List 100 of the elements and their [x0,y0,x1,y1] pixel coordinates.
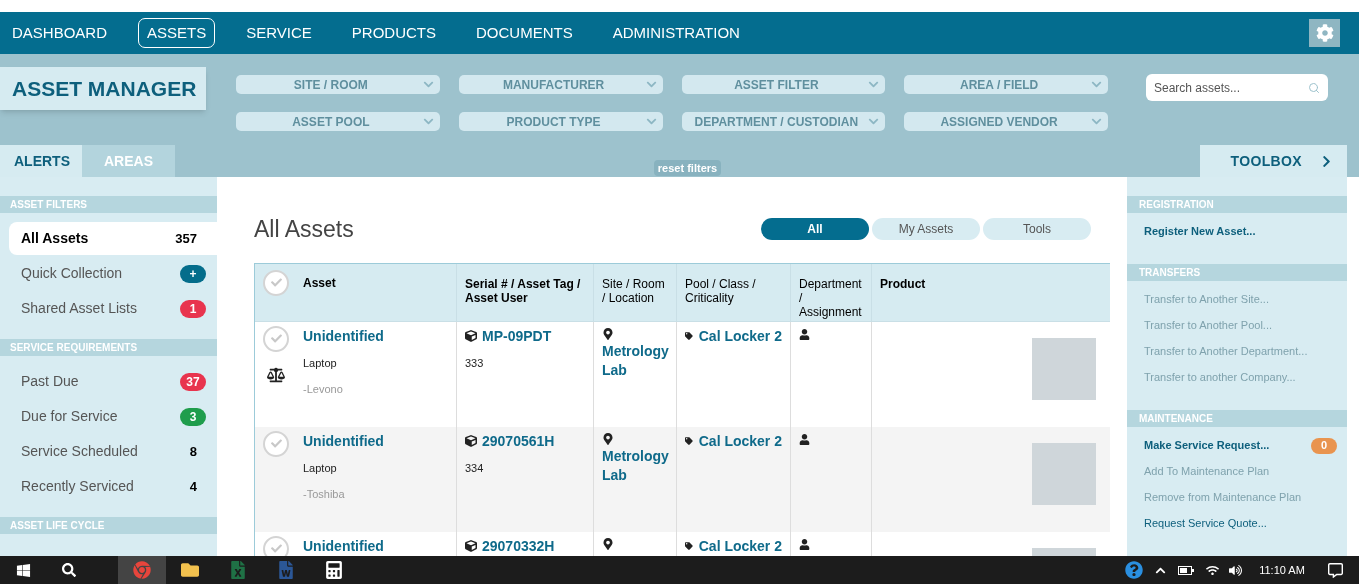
check-icon [270,277,282,288]
chevron-down-icon [422,116,434,127]
cube-icon [465,330,477,342]
section-heading: REGISTRATION [1127,196,1347,213]
location-pin-icon [602,537,614,550]
battery-icon[interactable] [1178,565,1194,575]
chevron-down-icon [645,116,657,127]
toolbox-action-link[interactable]: Make Service Request... [1144,437,1270,454]
sidebar-item[interactable]: All Assets 357 [9,222,217,255]
search-icon [62,563,76,577]
select-checkbox[interactable] [263,430,289,457]
windows-logo-icon [15,562,31,578]
tag-icon [685,435,693,447]
search-input[interactable]: Search assets... [1154,78,1308,97]
cube-icon [465,540,477,552]
wifi-icon[interactable] [1206,563,1219,577]
notification-icon[interactable] [1328,562,1343,578]
chevron-down-icon [868,116,880,127]
help-icon[interactable] [1125,561,1143,579]
asset-type: Laptop [303,355,338,371]
nav-tab[interactable]: ADMINISTRATION [603,17,749,49]
item-count: 8 [189,442,198,461]
section-heading: MAINTENANCE [1127,410,1347,427]
pool-link[interactable]: Cal Locker 2 [698,430,782,452]
site-link[interactable]: Metrology Lab [602,341,668,380]
toolbox-tab[interactable]: TOOLBOX [1200,145,1347,177]
view-filter-tab[interactable]: All [761,218,869,241]
select-checkbox[interactable] [263,325,289,352]
sidebar-tab[interactable]: ALERTS [0,145,82,177]
nav-tab[interactable]: SERVICE [237,17,321,49]
toolbox-action-link[interactable]: Register New Asset... [1144,223,1256,240]
nav-tab[interactable]: DASHBOARD [3,17,117,49]
sidebar-item[interactable]: Shared Asset Lists 1 [9,292,217,325]
manufacturer-text: -Toshiba [303,487,346,502]
count-badge: 1 [180,299,206,318]
folder-icon [181,561,199,579]
nav-tab[interactable]: ASSETS [138,17,216,49]
manufacturer-text: -Levono [303,382,344,397]
location-pin-icon [602,432,614,445]
tag-icon [685,330,693,342]
chevron-down-icon [1091,79,1102,90]
calculator-icon [325,561,343,579]
column-header: Pool / Class / Criticality [685,275,757,307]
count-badge: + [180,264,206,283]
serial-link[interactable]: MP-09PDT [482,325,552,347]
chevron-down-icon [868,79,880,90]
pool-link[interactable]: Cal Locker 2 [698,535,782,556]
asset-name-link[interactable]: Unidentified [303,325,384,347]
count-badge: 37 [180,372,206,391]
section-heading: ASSET LIFE CYCLE [0,517,217,534]
select-checkbox[interactable] [263,269,289,296]
page-heading: All Assets [254,215,354,244]
sidebar-item[interactable]: Service Scheduled 8 [9,435,217,468]
chevron-right-icon [1320,154,1333,168]
sidebar-item[interactable]: Past Due 37 [9,365,217,398]
chevron-down-icon [422,79,434,90]
photo-placeholder [1032,442,1096,505]
check-icon [270,333,282,344]
clock-time[interactable]: 11:10 AM [1252,561,1312,579]
sidebar-item[interactable]: Quick Collection + [9,257,217,290]
column-header: Site / Room / Location [602,275,666,307]
serial-link[interactable]: 29070561H [482,430,555,452]
photo-placeholder [1032,337,1096,400]
asset-name-link[interactable]: Unidentified [303,430,384,452]
sidebar-item[interactable]: Due for Service 3 [9,400,217,433]
search-icon [1308,81,1320,94]
search-field[interactable]: Search assets... [1146,74,1328,101]
count-badge: 0 [1311,437,1337,454]
item-count: 4 [189,477,198,496]
count-badge: 3 [180,407,206,426]
settings-icon [1315,24,1334,42]
asset-name-link[interactable]: Unidentified [303,535,384,556]
select-checkbox[interactable] [263,535,289,556]
view-filter-tab[interactable]: Tools [983,218,1091,241]
document-icon [277,561,295,579]
asset-type: Laptop [303,460,338,476]
nav-tab[interactable]: PRODUCTS [342,17,445,49]
person-icon [799,538,810,550]
chevron-down-icon [1091,116,1102,127]
column-header: Serial # / Asset Tag / Asset User [465,275,582,307]
cube-icon [465,435,477,447]
item-count: 357 [175,229,198,248]
page-title-banner: ASSET MANAGER [0,67,206,110]
site-link[interactable]: Metrology Lab [602,446,668,485]
browser-icon [133,561,151,579]
chevron-down-icon [645,79,657,90]
section-heading: TRANSFERS [1127,264,1347,281]
nav-tab[interactable]: DOCUMENTS [467,17,582,49]
column-header: Product [880,275,926,293]
toolbox-action-link[interactable]: Request Service Quote... [1144,515,1267,532]
view-filter-tab[interactable]: My Assets [872,218,980,241]
pool-link[interactable]: Cal Locker 2 [698,325,782,347]
volume-icon[interactable] [1229,563,1242,577]
sidebar-item[interactable]: Recently Serviced 4 [9,470,217,503]
tag-icon [685,540,693,552]
column-header: Department / Assignment [799,275,863,321]
asset-tag: 333 [465,354,585,371]
check-icon [270,438,282,449]
serial-link[interactable]: 29070332H [482,535,555,556]
check-icon [270,543,282,554]
